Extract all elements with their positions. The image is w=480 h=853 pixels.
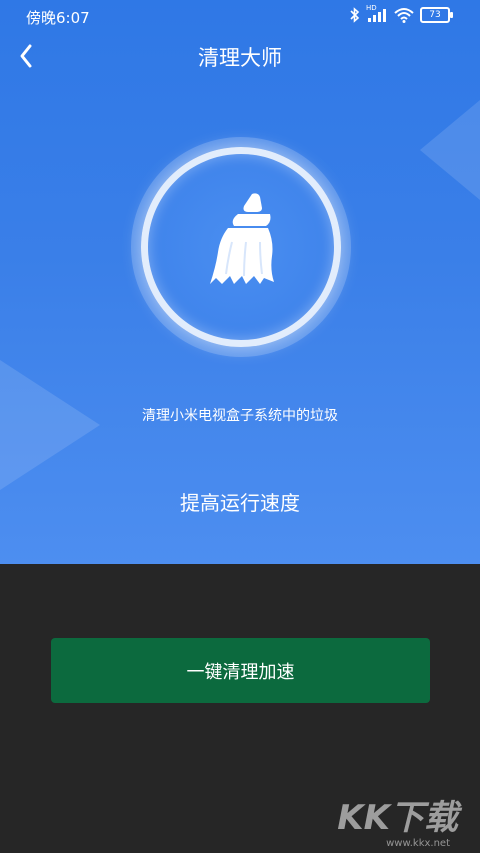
page-title: 清理大师 [198, 46, 282, 70]
decor-arrow-right [420, 100, 480, 200]
broom-icon [210, 193, 274, 284]
signal-icon: HD [366, 4, 388, 23]
status-bar: 傍晚6:07 HD 73 [0, 0, 480, 32]
bluetooth-icon [350, 7, 360, 23]
watermark-url: www.kkx.net [386, 838, 450, 849]
wifi-icon [394, 8, 414, 23]
one-click-clean-button[interactable]: 一键清理加速 [51, 638, 430, 703]
one-click-clean-label: 一键清理加速 [186, 661, 295, 683]
battery-icon: 73 [420, 7, 453, 23]
battery-level: 73 [429, 10, 441, 20]
clean-description: 清理小米电视盒子系统中的垃圾 [142, 408, 338, 424]
watermark-logo: KK下载 [337, 798, 458, 838]
status-icons: HD 73 [350, 4, 453, 23]
speed-text: 提高运行速度 [180, 491, 300, 515]
hero-panel: 傍晚6:07 HD 73 清理大师 清理小米电视盒子系统中的垃圾 提高运行速度 [0, 0, 480, 564]
status-time: 傍晚6:07 [26, 9, 90, 27]
decor-arrow-left [0, 360, 100, 490]
